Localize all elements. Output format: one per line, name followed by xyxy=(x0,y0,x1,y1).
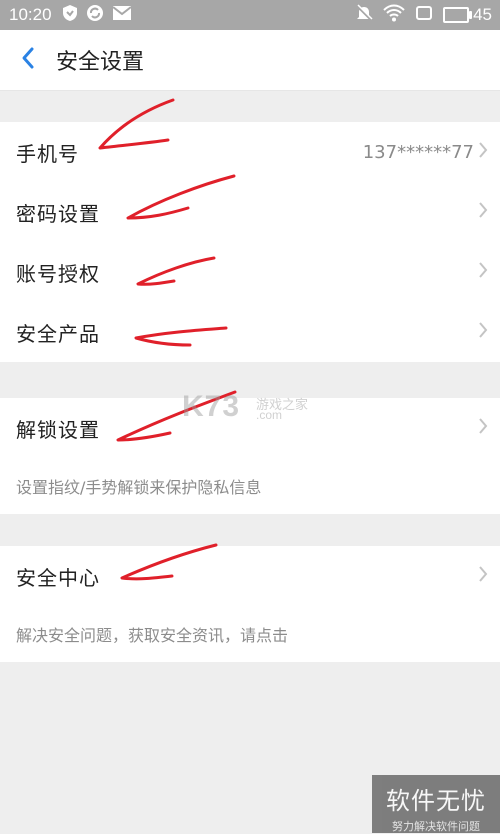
phone-value: 137******77 xyxy=(362,141,474,163)
watermark-site-en: .com xyxy=(256,408,283,422)
battery-level: 45 xyxy=(473,5,492,24)
mute-icon xyxy=(355,3,373,27)
chevron-right-icon xyxy=(478,565,488,587)
back-button[interactable] xyxy=(0,30,56,90)
screen-icon xyxy=(415,5,433,26)
brand-title: 软件无忧 xyxy=(386,787,486,815)
row-security-products[interactable]: 安全产品 xyxy=(0,302,500,362)
mail-icon xyxy=(111,5,132,26)
account-settings-group: 手机号 137******77 密码设置 账号授权 安全产品 xyxy=(0,122,500,362)
row-password[interactable]: 密码设置 xyxy=(0,182,500,242)
unlock-settings-description: 设置指纹/手势解锁来保护隐私信息 xyxy=(16,478,262,497)
security-center-description: 解决安全问题，获取安全资讯，请点击 xyxy=(16,626,289,645)
battery-icon xyxy=(443,7,473,23)
status-time: 10:20 xyxy=(9,5,52,24)
password-label: 密码设置 xyxy=(16,201,100,226)
row-authorization[interactable]: 账号授权 xyxy=(0,242,500,302)
brand-subtitle: 努力解决软件问题 xyxy=(392,820,480,833)
unlock-settings-label: 解锁设置 xyxy=(16,417,100,442)
row-phone[interactable]: 手机号 137******77 xyxy=(0,122,500,182)
wifi-icon xyxy=(383,4,405,27)
chevron-right-icon xyxy=(478,417,488,439)
shield-icon xyxy=(62,4,78,27)
watermark-logo: K73 xyxy=(182,390,241,423)
authorization-label: 账号授权 xyxy=(16,261,100,286)
chevron-right-icon xyxy=(478,261,488,283)
brand-watermark: 软件无忧 努力解决软件问题 xyxy=(372,775,500,833)
security-center-group: 安全中心 解决安全问题，获取安全资讯，请点击 xyxy=(0,546,500,662)
security-products-label: 安全产品 xyxy=(16,321,100,346)
phone-label: 手机号 xyxy=(16,141,79,166)
chevron-right-icon xyxy=(478,201,488,223)
battery-indicator: 45 xyxy=(443,5,492,25)
security-center-label: 安全中心 xyxy=(16,565,100,590)
row-security-center[interactable]: 安全中心 xyxy=(0,546,500,606)
k73-watermark: K73 游戏之家 .com xyxy=(182,390,308,424)
unlock-settings-group: 解锁设置 设置指纹/手势解锁来保护隐私信息 xyxy=(0,398,500,514)
page-title: 安全设置 xyxy=(56,50,145,75)
row-unlock-settings[interactable]: 解锁设置 xyxy=(0,398,500,458)
sync-icon xyxy=(86,4,104,27)
nav-bar: 安全设置 xyxy=(0,30,500,91)
chevron-right-icon xyxy=(478,321,488,343)
status-bar: 10:20 45 xyxy=(0,0,500,30)
back-chevron-icon xyxy=(20,46,36,74)
chevron-right-icon xyxy=(478,141,488,163)
